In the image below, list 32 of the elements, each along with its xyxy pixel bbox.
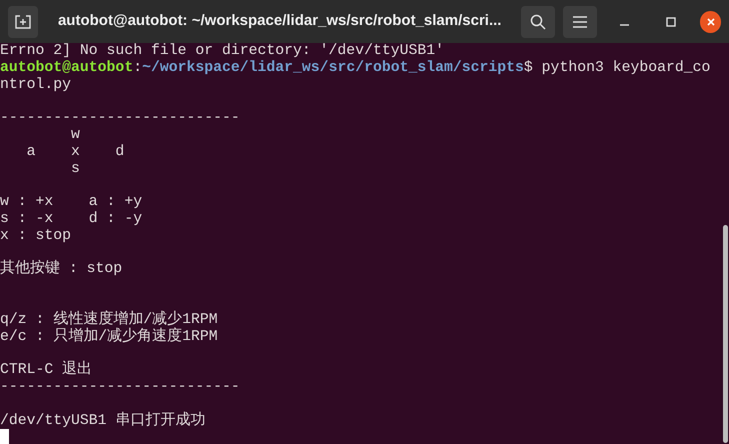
terminal-line: ntrol.py xyxy=(0,76,72,94)
terminal-line: w : +x a : +y xyxy=(0,194,142,211)
terminal-line: e/c : 只增加/减少角速度1RPM xyxy=(0,328,218,346)
terminal-line: /dev/ttyUSB1 串口打开成功 xyxy=(0,412,206,430)
maximize-icon xyxy=(666,16,676,26)
new-tab-icon xyxy=(14,14,31,28)
window-title: autobot@autobot: ~/workspace/lidar_ws/src/robot_slam/scri... xyxy=(58,11,502,32)
terminal-line: CTRL-C 退出 xyxy=(0,362,92,379)
text-cursor xyxy=(0,429,9,444)
menu-button[interactable] xyxy=(563,6,597,38)
terminal-line: --------------------------- xyxy=(0,110,240,127)
minimize-icon xyxy=(620,24,629,26)
search-button[interactable] xyxy=(521,6,556,38)
scrollbar[interactable] xyxy=(723,225,728,443)
terminal-line: x : stop xyxy=(0,228,72,245)
menu-icon xyxy=(573,16,588,28)
terminal-line: w xyxy=(70,126,80,144)
prompt-path: ~/workspace/lidar_ws/src/robot_slam/scripts xyxy=(142,60,524,77)
terminal-line: 其他按键 : stop xyxy=(0,261,122,278)
terminal-line: --------------------------- xyxy=(0,378,240,396)
terminal-line: s : -x d : -y xyxy=(0,210,142,228)
terminal-line: Errno 2] No such file or directory: '/dev/ttyUSB1' xyxy=(0,43,444,60)
terminal-line: s xyxy=(70,160,80,178)
search-icon xyxy=(530,14,546,30)
prompt-user: autobot@autobot xyxy=(0,60,134,77)
terminal-line: q/z : 线性速度增加/减少1RPM xyxy=(0,312,218,328)
command-text: $ python3 keyboard_co xyxy=(524,60,710,77)
close-icon xyxy=(706,16,716,26)
terminal-line: a x d xyxy=(26,144,124,161)
close-button[interactable] xyxy=(700,10,721,32)
prompt-colon: : xyxy=(133,60,142,77)
new-tab-button[interactable] xyxy=(8,6,38,38)
